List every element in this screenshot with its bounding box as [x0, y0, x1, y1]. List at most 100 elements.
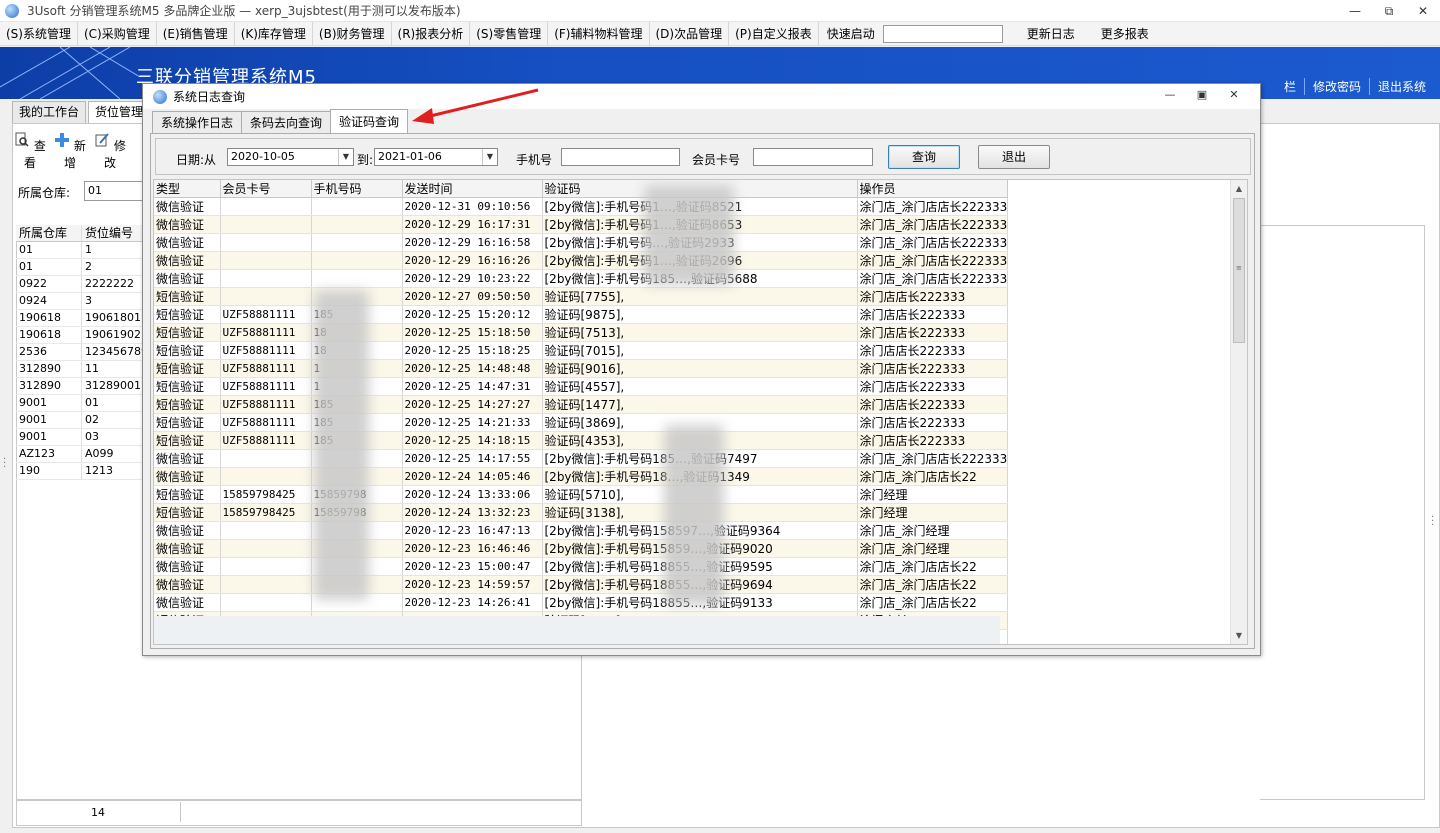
- location-row[interactable]: 190618 19061902: [16, 327, 144, 344]
- menu-purchase[interactable]: (C)采购管理: [78, 21, 157, 46]
- table-row[interactable]: 短信验证UZF58881111182020-12-25 15:18:50验证码[…: [154, 323, 1009, 342]
- splitter-left-grip[interactable]: · · ·: [3, 455, 6, 473]
- dialog-close-button[interactable]: ✕: [1218, 88, 1250, 101]
- location-row[interactable]: 190618 19061801: [16, 310, 144, 327]
- dialog-minimize-button[interactable]: —: [1154, 88, 1186, 101]
- col-type[interactable]: 类型: [154, 180, 221, 198]
- menu-inventory[interactable]: (K)库存管理: [235, 21, 313, 46]
- send-time-cell: 2020-12-31 09:10:56: [402, 197, 543, 216]
- date-from-picker[interactable]: 2020-10-05 ▼: [227, 148, 354, 166]
- table-row[interactable]: 微信验证 2020-12-25 14:17:55 [2by微信]:手机号码185…,…: [154, 449, 1009, 468]
- table-row[interactable]: 微信验证 2020-12-23 15:00:47 [2by微信]:手机号码18855…: [154, 557, 1009, 576]
- col-operator[interactable]: 操作员: [857, 180, 1009, 198]
- table-row[interactable]: 短信验证UZF5888111112020-12-25 14:47:31验证码[4…: [154, 377, 1009, 396]
- location-row[interactable]: 190 1213: [16, 463, 144, 480]
- restore-button[interactable]: ⧉: [1372, 0, 1406, 22]
- table-row[interactable]: 微信验证 2020-12-23 14:26:41 [2by微信]:手机号码18855…: [154, 593, 1009, 612]
- tab-system-operation-log[interactable]: 系统操作日志: [152, 111, 243, 134]
- menu-materials[interactable]: (F)辅料物料管理: [548, 21, 650, 46]
- send-time-cell: 2020-12-24 14:05:46: [402, 467, 543, 486]
- location-row[interactable]: 0922 2222222: [16, 276, 144, 293]
- col-member-card[interactable]: 会员卡号: [220, 180, 312, 198]
- warehouse-input[interactable]: 01: [84, 181, 144, 201]
- tab-location-management[interactable]: 货位管理: [88, 101, 151, 123]
- menu-retail[interactable]: (S)零售管理: [470, 21, 549, 46]
- location-row[interactable]: 312890 11: [16, 361, 144, 378]
- scroll-up-arrow-icon[interactable]: ▲: [1231, 180, 1247, 197]
- quick-start-input[interactable]: [882, 24, 1003, 43]
- view-button[interactable]: 查看: [10, 132, 50, 171]
- table-row[interactable]: 微信验证2020-12-31 09:10:56[2by微信]:手机号码1…,验证…: [154, 197, 1009, 216]
- type-cell: 微信验证: [154, 467, 221, 486]
- table-row[interactable]: 短信验证UZF58881111182020-12-25 15:18:25验证码[…: [154, 341, 1009, 360]
- location-row[interactable]: 9001 03: [16, 429, 144, 446]
- location-row[interactable]: 01 1: [16, 242, 144, 259]
- location-row[interactable]: 9001 02: [16, 412, 144, 429]
- table-row[interactable]: 微信验证2020-12-29 16:16:26[2by微信]:手机号码1…,验证…: [154, 251, 1009, 270]
- banner-link-change-password[interactable]: 修改密码: [1303, 78, 1369, 95]
- table-row[interactable]: 微信验证 2020-12-23 16:47:13 [2by微信]:手机号码15859…: [154, 521, 1009, 540]
- table-row[interactable]: 短信验证UZF588811111852020-12-25 14:27:27验证码…: [154, 395, 1009, 414]
- add-button[interactable]: 新增: [50, 132, 90, 171]
- dialog-maximize-button[interactable]: ▣: [1186, 88, 1218, 101]
- menu-finance[interactable]: (B)财务管理: [313, 21, 392, 46]
- splitter-right-grip[interactable]: · · ·: [1431, 513, 1434, 531]
- menu-custom-reports[interactable]: (P)自定义报表: [729, 21, 819, 46]
- table-row[interactable]: 微信验证2020-12-29 16:17:31[2by微信]:手机号码1…,验证…: [154, 215, 1009, 234]
- location-row[interactable]: 0924 3: [16, 293, 144, 310]
- send-time-cell: 2020-12-27 09:50:50: [402, 287, 543, 306]
- menu-sales[interactable]: (E)销售管理: [157, 21, 235, 46]
- dialog-titlebar[interactable]: 系统日志查询 — ▣ ✕: [143, 84, 1260, 109]
- banner-link-logout[interactable]: 退出系统: [1368, 78, 1434, 95]
- col-warehouse[interactable]: 所属仓库: [16, 225, 82, 241]
- location-row[interactable]: 9001 01: [16, 395, 144, 412]
- close-button[interactable]: ✕: [1406, 0, 1440, 22]
- tab-workbench[interactable]: 我的工作台: [12, 101, 87, 123]
- tab-barcode-destination[interactable]: 条码去向查询: [241, 111, 332, 134]
- banner-link-toolbar[interactable]: 栏: [1276, 78, 1304, 95]
- col-send-time[interactable]: 发送时间: [402, 180, 543, 198]
- table-row[interactable]: 短信验证UZF588811111852020-12-25 15:20:12验证码…: [154, 305, 1009, 324]
- location-row[interactable]: 2536 123456789: [16, 344, 144, 361]
- scroll-down-arrow-icon[interactable]: ▼: [1231, 627, 1247, 644]
- table-row[interactable]: 短信验证 2020-12-27 09:50:50 验证码[7755], 涂门店店长22…: [154, 287, 1009, 306]
- table-row[interactable]: 短信验证15859798425158597982020-12-24 13:33:…: [154, 485, 1009, 504]
- footer-divider: [180, 802, 181, 822]
- table-row[interactable]: 短信验证UZF588811111852020-12-25 14:21:33验证码…: [154, 413, 1009, 432]
- table-row[interactable]: 短信验证15859798425158597982020-12-24 13:32:…: [154, 503, 1009, 522]
- pencil-icon: [95, 133, 109, 147]
- table-row[interactable]: 微信验证 2020-12-23 16:46:46 [2by微信]:手机号码15859…: [154, 539, 1009, 558]
- minimize-button[interactable]: —: [1338, 0, 1372, 22]
- chevron-down-icon[interactable]: ▼: [338, 149, 353, 165]
- table-row[interactable]: 微信验证 2020-12-24 14:05:46 [2by微信]:手机号码18…,验…: [154, 467, 1009, 486]
- menu-update-log[interactable]: 更新日志: [1019, 25, 1083, 42]
- member-card-cell: [220, 467, 312, 486]
- member-card-input[interactable]: [753, 148, 873, 166]
- table-row[interactable]: 短信验证UZF5888111112020-12-25 14:48:48验证码[9…: [154, 359, 1009, 378]
- menu-defects[interactable]: (D)次品管理: [650, 21, 730, 46]
- table-row[interactable]: 微信验证 2020-12-29 16:16:58 [2by微信]:手机号码…,验证码…: [154, 233, 1009, 252]
- location-grid-header: 所属仓库 货位编号: [16, 225, 144, 242]
- edit-button[interactable]: 修改: [90, 132, 130, 171]
- location-row[interactable]: AZ123 A099: [16, 446, 144, 463]
- operator-cell: 涂门店店长222333: [857, 287, 1009, 306]
- type-cell: 微信验证: [154, 251, 221, 270]
- query-button[interactable]: 查询: [888, 145, 960, 169]
- menu-more-reports[interactable]: 更多报表: [1093, 25, 1157, 42]
- menu-system[interactable]: (S)系统管理: [0, 21, 78, 46]
- location-row[interactable]: 312890 31289001: [16, 378, 144, 395]
- tab-verification-code[interactable]: 验证码查询: [330, 109, 409, 134]
- table-row[interactable]: 微信验证2020-12-29 10:23:22[2by微信]:手机号码185…,…: [154, 269, 1009, 288]
- scroll-thumb[interactable]: ≡: [1233, 198, 1245, 343]
- menu-reports[interactable]: (R)报表分析: [392, 21, 471, 46]
- chevron-down-icon[interactable]: ▼: [482, 149, 497, 165]
- grid-vertical-scrollbar[interactable]: ▲ ≡ ▼: [1230, 180, 1247, 644]
- table-row[interactable]: 短信验证UZF588811111852020-12-25 14:18:15验证码…: [154, 431, 1009, 450]
- table-row[interactable]: 微信验证 2020-12-23 14:59:57 [2by微信]:手机号码18855…: [154, 575, 1009, 594]
- col-location-code[interactable]: 货位编号: [82, 225, 144, 241]
- date-to-picker[interactable]: 2021-01-06 ▼: [374, 148, 498, 166]
- phone-input[interactable]: [561, 148, 680, 166]
- location-row[interactable]: 01 2: [16, 259, 144, 276]
- col-phone[interactable]: 手机号码: [311, 180, 403, 198]
- exit-button[interactable]: 退出: [978, 145, 1050, 169]
